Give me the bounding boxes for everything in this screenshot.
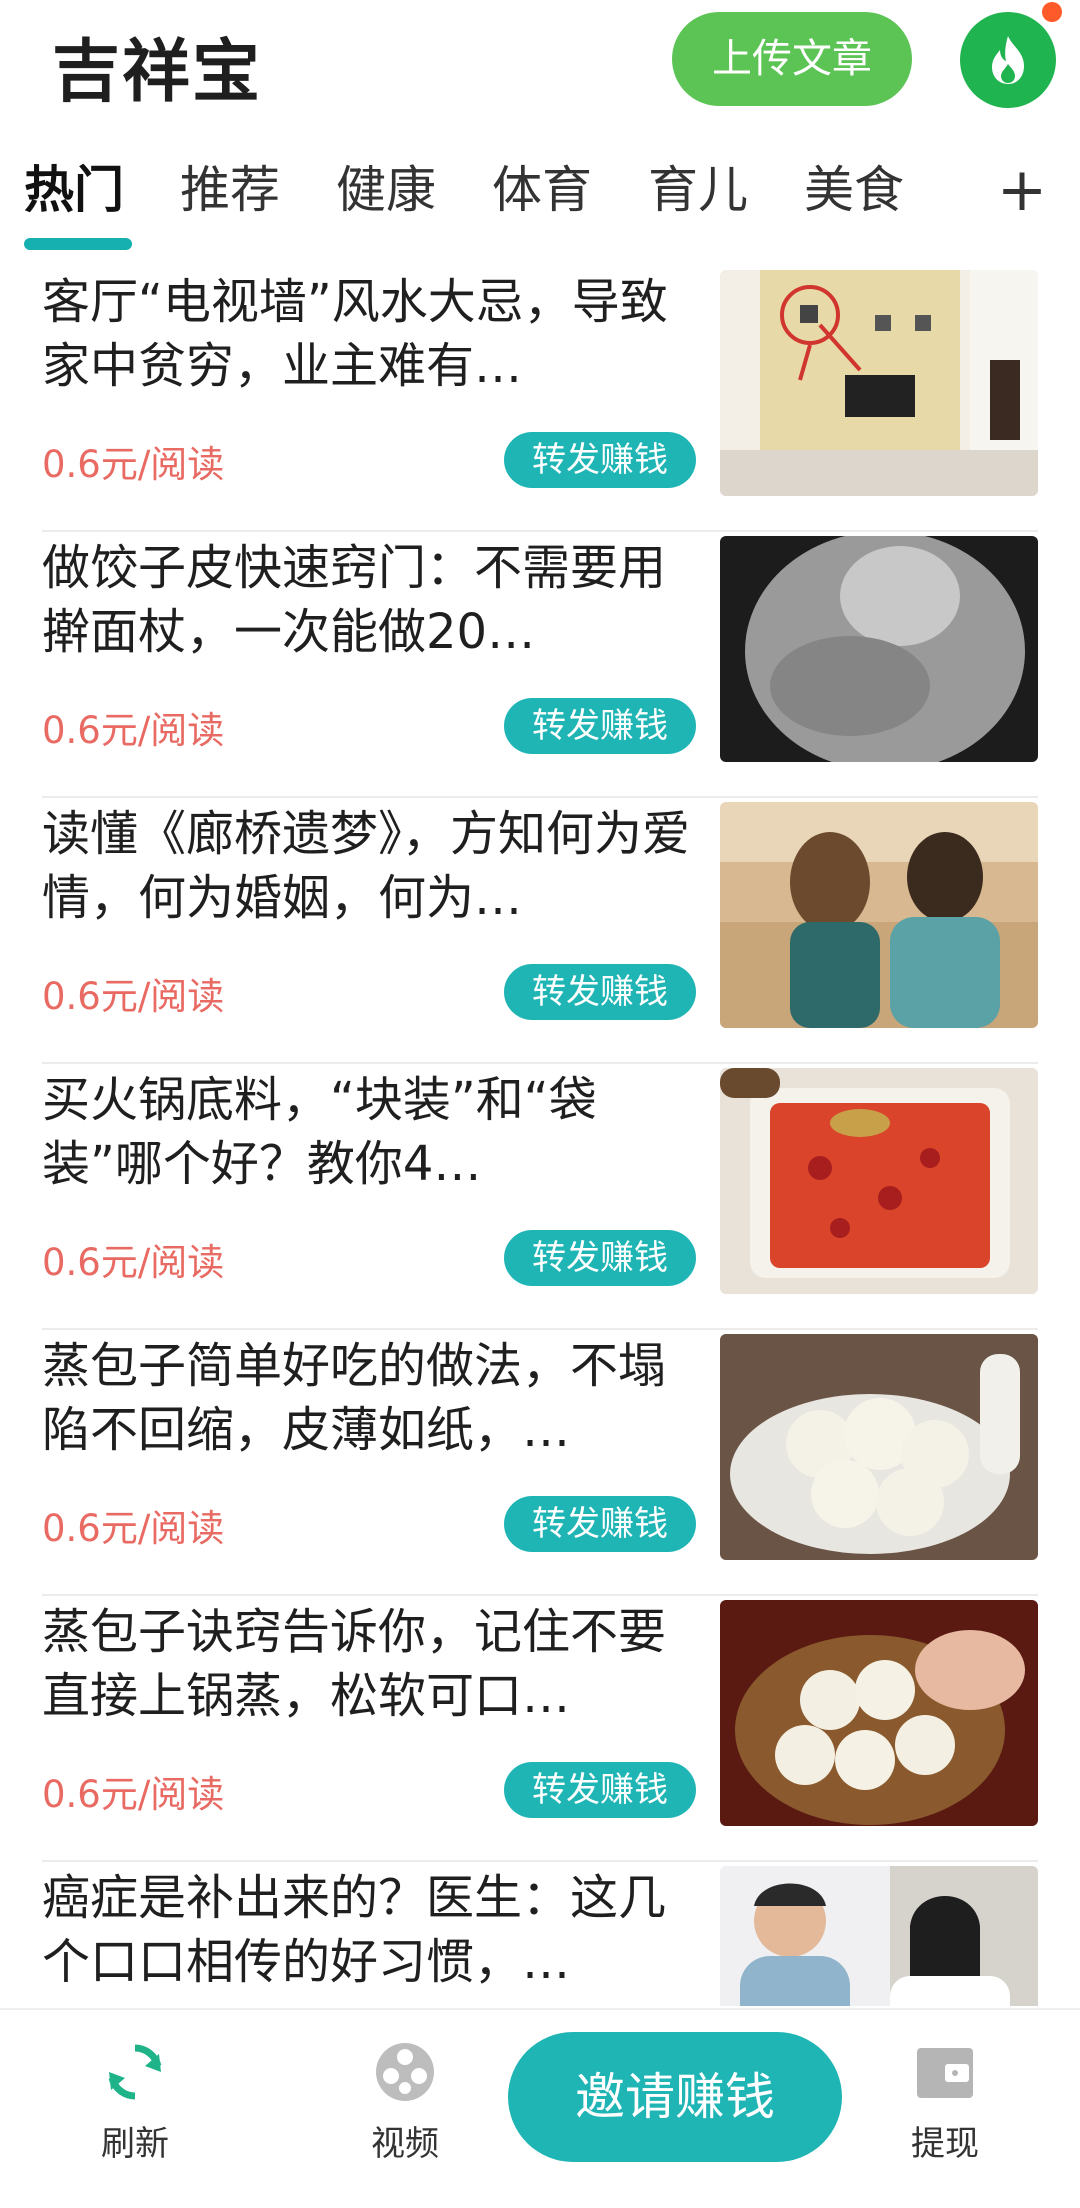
article-thumbnail[interactable] — [720, 1334, 1038, 1560]
hot-button[interactable] — [960, 12, 1056, 108]
refresh-nav-item[interactable]: 刷新 — [70, 2040, 200, 2165]
article-title[interactable]: 癌症是补出来的？医生：这几个口口相传的好习惯，… — [42, 1866, 692, 1994]
article-thumbnail[interactable] — [720, 1068, 1038, 1294]
article-thumbnail[interactable] — [720, 802, 1038, 1028]
category-tabs: 热门 推荐 健康 体育 育儿 美食 — [0, 150, 1080, 260]
header: 吉祥宝 上传文章 — [0, 0, 1080, 130]
article-thumbnail[interactable] — [720, 1600, 1038, 1826]
price-per-read: 0.6元/阅读 — [42, 975, 225, 1018]
article-title[interactable]: 蒸包子简单好吃的做法，不塌陷不回缩，皮薄如纸，… — [42, 1334, 692, 1462]
tab-health[interactable]: 健康 — [336, 150, 436, 230]
tab-food[interactable]: 美食 — [804, 150, 904, 230]
article-title[interactable]: 客厅“电视墙”风水大忌，导致家中贫穷，业主难有… — [42, 270, 692, 398]
app-title: 吉祥宝 — [52, 33, 263, 112]
price-per-read: 0.6元/阅读 — [42, 1773, 225, 1816]
withdraw-label: 提现 — [911, 2124, 979, 2164]
app-root: 吉祥宝 上传文章 热门 推荐 健康 体育 育儿 美食 + 客厅“电视墙”风水大忌… — [0, 0, 1080, 2208]
tab-recommend[interactable]: 推荐 — [180, 150, 280, 230]
flame-icon — [992, 36, 1024, 84]
share-earn-button[interactable]: 转发赚钱 — [504, 1230, 696, 1286]
article-thumbnail[interactable] — [720, 270, 1038, 496]
notification-dot — [1042, 2, 1062, 22]
price-per-read: 0.6元/阅读 — [42, 1241, 225, 1284]
video-nav-item[interactable]: 视频 — [340, 2040, 470, 2165]
article-title[interactable]: 做饺子皮快速窍门：不需要用擀面杖，一次能做20… — [42, 536, 692, 664]
invite-earn-button[interactable]: 邀请赚钱 — [508, 2032, 842, 2162]
share-earn-button[interactable]: 转发赚钱 — [504, 1496, 696, 1552]
share-earn-button[interactable]: 转发赚钱 — [504, 698, 696, 754]
article-title[interactable]: 读懂《廊桥遗梦》，方知何为爱情，何为婚姻，何为… — [42, 802, 692, 930]
article-item[interactable]: 买火锅底料，“块装”和“袋装”哪个好？教你4… 0.6元/阅读 转发赚钱 — [0, 1064, 1080, 1330]
bottom-nav: 刷新 视频 邀请赚钱 提现 — [0, 2008, 1080, 2208]
upload-article-button[interactable]: 上传文章 — [672, 12, 912, 106]
article-title[interactable]: 蒸包子诀窍告诉你，记住不要直接上锅蒸，松软可口… — [42, 1600, 692, 1728]
article-thumbnail[interactable] — [720, 536, 1038, 762]
price-per-read: 0.6元/阅读 — [42, 443, 225, 486]
share-earn-button[interactable]: 转发赚钱 — [504, 964, 696, 1020]
wallet-icon — [917, 2048, 973, 2098]
active-tab-indicator — [24, 238, 132, 250]
refresh-icon — [108, 2044, 162, 2100]
article-item[interactable]: 蒸包子简单好吃的做法，不塌陷不回缩，皮薄如纸，… 0.6元/阅读 转发赚钱 — [0, 1330, 1080, 1596]
refresh-label: 刷新 — [101, 2124, 169, 2164]
article-item[interactable]: 读懂《廊桥遗梦》，方知何为爱情，何为婚姻，何为… 0.6元/阅读 转发赚钱 — [0, 798, 1080, 1064]
article-item[interactable]: 客厅“电视墙”风水大忌，导致家中贫穷，业主难有… 0.6元/阅读 转发赚钱 — [0, 266, 1080, 532]
price-per-read: 0.6元/阅读 — [42, 709, 225, 752]
share-earn-button[interactable]: 转发赚钱 — [504, 1762, 696, 1818]
article-item[interactable]: 做饺子皮快速窍门：不需要用擀面杖，一次能做20… 0.6元/阅读 转发赚钱 — [0, 532, 1080, 798]
article-thumbnail[interactable] — [720, 1866, 1038, 2006]
video-reel-icon — [376, 2043, 434, 2101]
withdraw-nav-item[interactable]: 提现 — [880, 2040, 1010, 2165]
price-per-read: 0.6元/阅读 — [42, 1507, 225, 1550]
share-earn-button[interactable]: 转发赚钱 — [504, 432, 696, 488]
article-title[interactable]: 买火锅底料，“块装”和“袋装”哪个好？教你4… — [42, 1068, 692, 1196]
article-item[interactable]: 蒸包子诀窍告诉你，记住不要直接上锅蒸，松软可口… 0.6元/阅读 转发赚钱 — [0, 1596, 1080, 1862]
tab-hot[interactable]: 热门 — [24, 150, 124, 230]
video-label: 视频 — [371, 2124, 439, 2164]
tab-sports[interactable]: 体育 — [492, 150, 592, 230]
article-item[interactable]: 癌症是补出来的？医生：这几个口口相传的好习惯，… — [0, 1862, 1080, 2006]
tab-parenting[interactable]: 育儿 — [648, 150, 748, 230]
add-tab-button[interactable]: + — [994, 150, 1050, 230]
article-feed[interactable]: 客厅“电视墙”风水大忌，导致家中贫穷，业主难有… 0.6元/阅读 转发赚钱 做饺… — [0, 266, 1080, 2006]
